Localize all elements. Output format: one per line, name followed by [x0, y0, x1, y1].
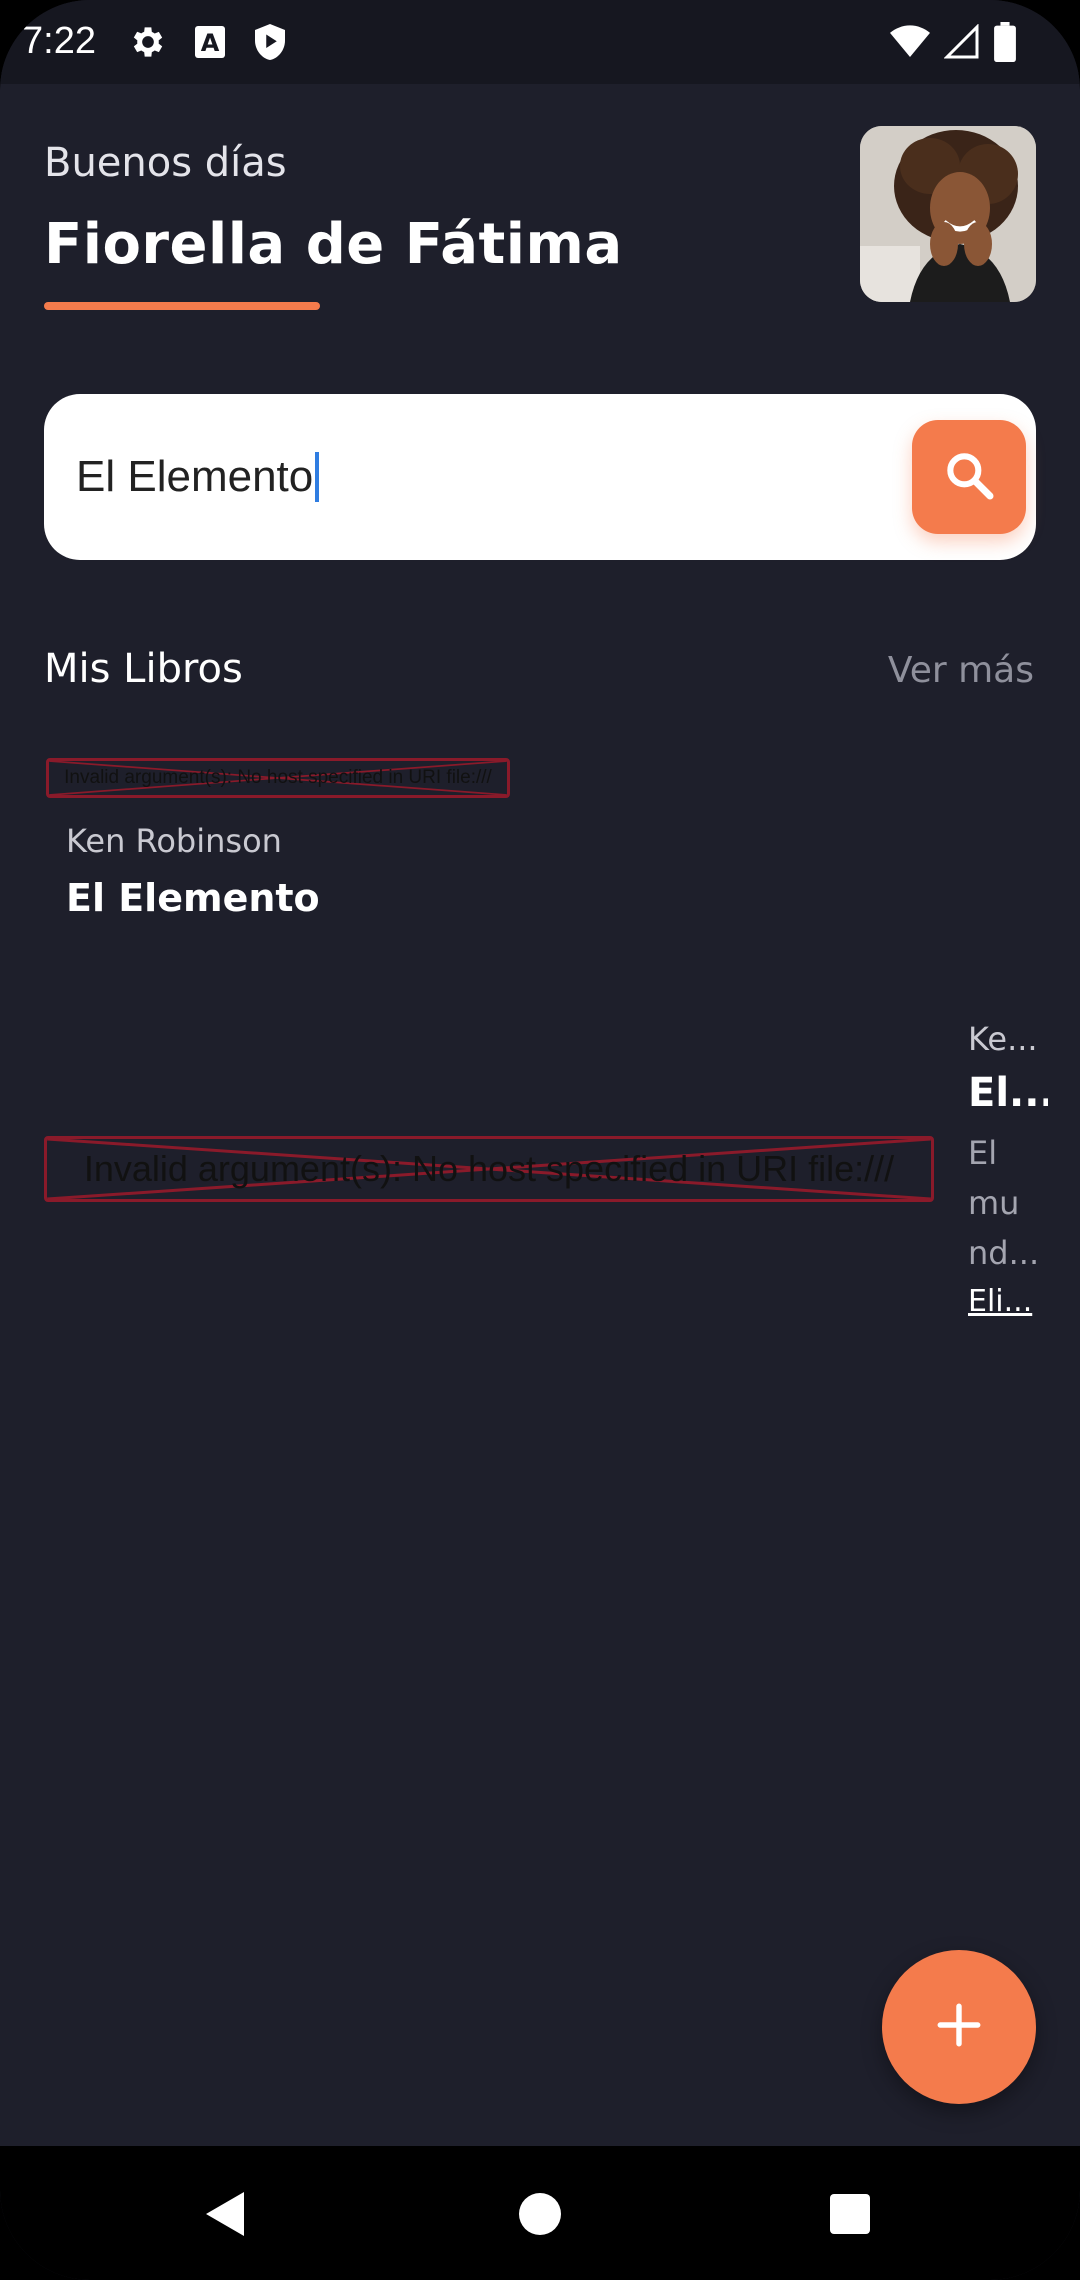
- search-box: El Elemento: [44, 394, 1036, 560]
- plus-icon: [934, 2000, 984, 2054]
- text-caret: [315, 452, 320, 502]
- status-left-icons: A: [128, 22, 288, 62]
- wifi-icon: [890, 24, 930, 60]
- status-time: 7:22: [22, 20, 96, 62]
- shield-play-icon: [252, 22, 288, 62]
- greeting-text: Buenos días: [44, 140, 287, 186]
- navigation-bar: [0, 2146, 1080, 2280]
- book-title[interactable]: El Elemento: [66, 876, 320, 920]
- user-name: Fiorella de Fátima: [44, 212, 623, 277]
- status-right-icons: [890, 22, 1016, 62]
- detail-cover-error[interactable]: Invalid argument(s): No host specified i…: [44, 1136, 934, 1202]
- recents-icon: [830, 2194, 870, 2238]
- detail-description: El mu nd...: [968, 1128, 1042, 1278]
- detail-cover-error-text: Invalid argument(s): No host specified i…: [83, 1148, 895, 1189]
- search-input-value: El Elemento: [76, 452, 314, 501]
- section-title: Mis Libros: [44, 646, 243, 692]
- nav-home-button[interactable]: [510, 2186, 570, 2246]
- font-a-icon: A: [194, 25, 226, 59]
- search-icon: [941, 447, 997, 507]
- battery-icon: [994, 22, 1016, 62]
- detail-author: Ke...: [968, 1020, 1038, 1058]
- detail-link[interactable]: Eli...: [968, 1284, 1048, 1319]
- status-bar: 7:22 A: [0, 0, 1080, 84]
- search-button[interactable]: [912, 420, 1026, 534]
- nav-back-button[interactable]: [196, 2186, 256, 2246]
- name-underline: [44, 302, 320, 310]
- svg-text:A: A: [201, 29, 220, 57]
- app-screen: 7:22 A Buenos días Fiorella de Fátima El…: [0, 0, 1080, 2280]
- cell-signal-icon: [944, 24, 980, 60]
- settings-icon: [128, 22, 168, 62]
- book-cover-error-text: Invalid argument(s): No host specified i…: [64, 767, 492, 788]
- detail-title: El...: [968, 1070, 1048, 1116]
- avatar[interactable]: [860, 126, 1036, 302]
- nav-recents-button[interactable]: [820, 2186, 880, 2246]
- detail-description-line: mu: [968, 1184, 1020, 1222]
- detail-description-line: El: [968, 1134, 998, 1172]
- book-author: Ken Robinson: [66, 822, 282, 860]
- see-more-link[interactable]: Ver más: [888, 650, 1034, 691]
- book-cover-error[interactable]: Invalid argument(s): No host specified i…: [46, 758, 510, 798]
- back-icon: [204, 2190, 248, 2242]
- add-book-button[interactable]: [882, 1950, 1036, 2104]
- search-input[interactable]: El Elemento: [76, 434, 896, 520]
- detail-description-line: nd...: [968, 1234, 1040, 1272]
- home-icon: [519, 2193, 561, 2239]
